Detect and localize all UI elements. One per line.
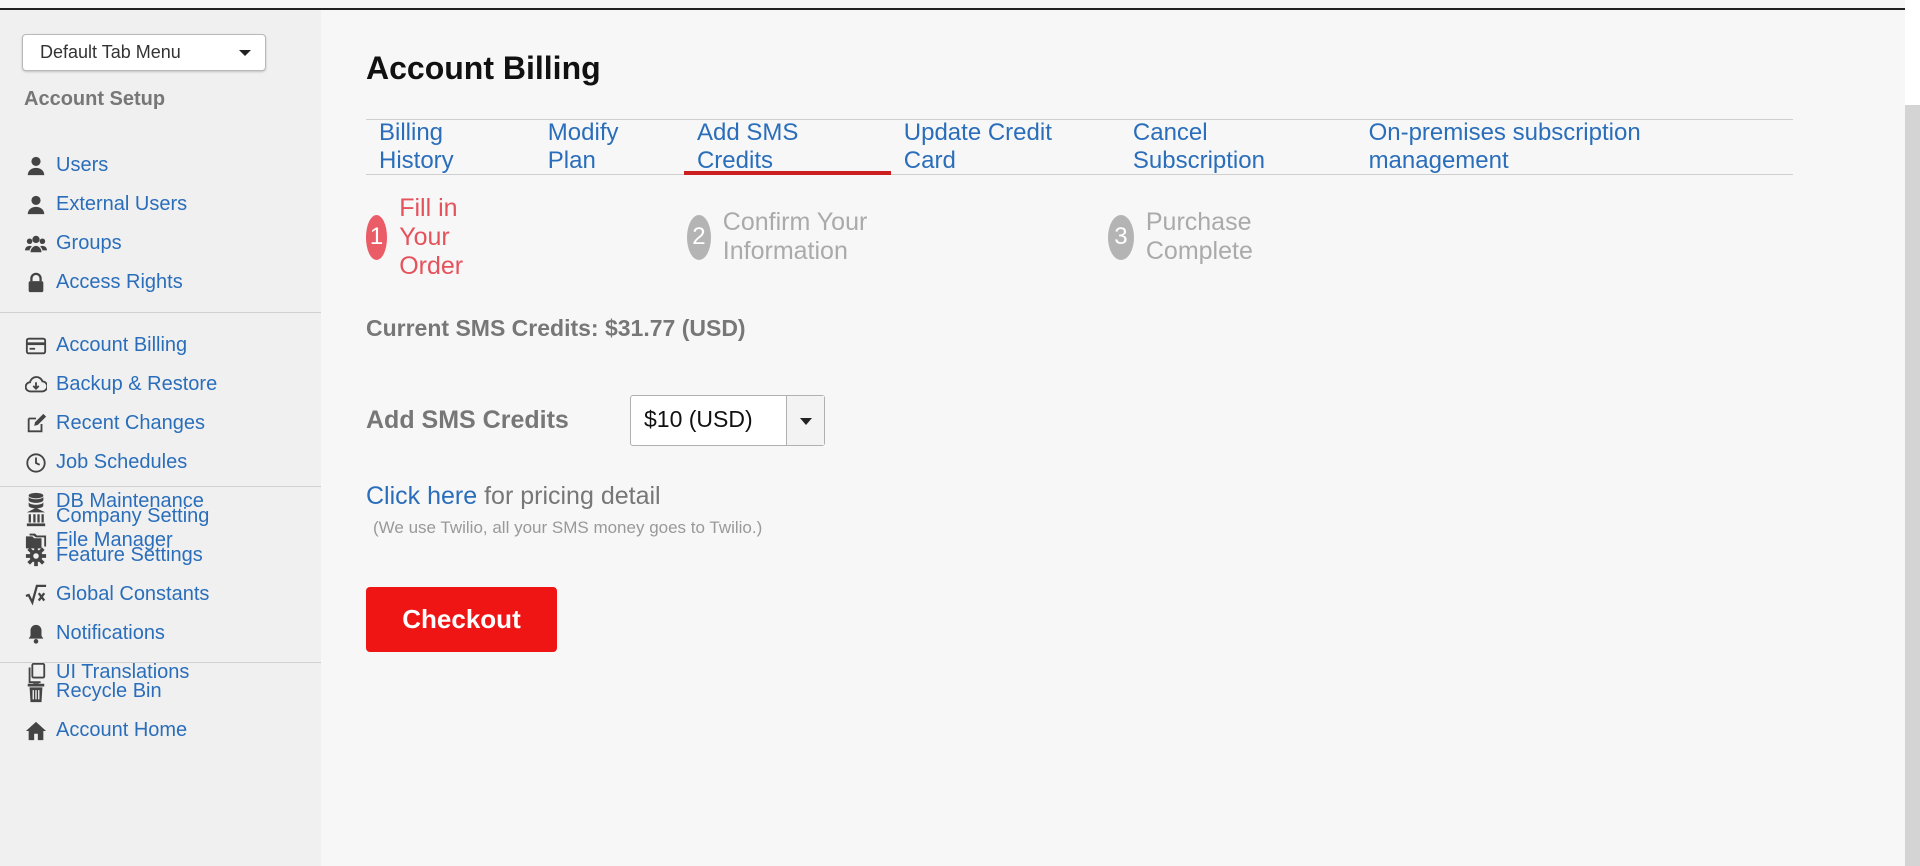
step-number-badge: 1 [366, 214, 388, 260]
lock-icon [24, 272, 48, 294]
sms-amount-select[interactable]: $10 (USD) [630, 395, 825, 446]
pricing-text: for pricing detail [477, 482, 661, 510]
sidebar-item-label: Job Schedules [56, 451, 188, 473]
sidebar-item-groups[interactable]: Groups [0, 224, 321, 263]
gear-icon [24, 545, 48, 567]
current-sms-credits: Current SMS Credits: $31.77 (USD) [366, 315, 746, 341]
sidebar-item-label: Global Constants [56, 583, 210, 605]
sidebar-item-label: Recent Changes [56, 412, 205, 434]
home-icon [24, 720, 48, 742]
tab-on-premises-subscription-management[interactable]: On-premises subscription management [1356, 119, 1793, 174]
sidebar-divider [0, 486, 321, 487]
users-icon [24, 233, 48, 255]
sidebar-item-label: Users [56, 154, 109, 176]
sidebar-item-label: External Users [56, 193, 188, 215]
bank-icon [24, 506, 48, 528]
sms-amount-value: $10 (USD) [644, 406, 753, 432]
pricing-line: Click here for pricing detail [366, 482, 661, 511]
tab-update-credit-card[interactable]: Update Credit Card [891, 119, 1120, 174]
add-sms-credits-label: Add SMS Credits [366, 406, 569, 434]
sidebar-divider [0, 312, 321, 313]
edit-icon [24, 413, 48, 435]
user-icon [24, 155, 48, 177]
step-number-badge: 3 [1108, 214, 1134, 260]
sidebar-group: Users External Users Groups Access Rights [0, 146, 321, 302]
step-label: Fill in Your Order [399, 193, 464, 280]
page-title: Account Billing [366, 50, 601, 86]
user-icon [24, 194, 48, 216]
caret-down-icon [800, 418, 812, 425]
tab-add-sms-credits[interactable]: Add SMS Credits [683, 119, 891, 175]
credit-card-icon [24, 335, 48, 357]
checkout-button[interactable]: Checkout [366, 587, 557, 652]
twilio-note: (We use Twilio, all your SMS money goes … [373, 518, 763, 537]
sidebar-item-access-rights[interactable]: Access Rights [0, 263, 321, 302]
step-label: Confirm Your Information [722, 208, 868, 265]
step-2: 2 Confirm Your Information [687, 208, 869, 265]
sidebar-item-account-home[interactable]: Account Home [0, 711, 321, 750]
sidebar-item-recent-changes[interactable]: Recent Changes [0, 404, 321, 443]
sidebar-item-recycle-bin[interactable]: Recycle Bin [0, 672, 321, 711]
sidebar-item-notifications[interactable]: Notifications [0, 614, 321, 653]
sidebar-item-label: Account Billing [56, 334, 188, 356]
sidebar-item-label: Access Rights [56, 271, 183, 293]
sidebar: Default Tab Menu Account Setup Users Exte… [0, 10, 321, 866]
step-3: 3 Purchase Complete [1108, 208, 1272, 265]
sidebar-item-feature-settings[interactable]: Feature Settings [0, 536, 321, 575]
sidebar-item-label: Groups [56, 232, 122, 254]
square-root-icon [24, 584, 48, 606]
sidebar-item-label: Company Setting [56, 505, 210, 527]
sidebar-item-label: Feature Settings [56, 544, 203, 566]
tab-menu-label: Default Tab Menu [40, 42, 181, 62]
scrollbar-thumb[interactable] [1905, 105, 1920, 866]
sidebar-item-label: Backup & Restore [56, 373, 218, 395]
sidebar-group: Recycle Bin Account Home [0, 672, 321, 750]
sidebar-item-global-constants[interactable]: Global Constants [0, 575, 321, 614]
step-number-badge: 2 [687, 214, 711, 260]
sidebar-item-account-billing[interactable]: Account Billing [0, 326, 321, 365]
sms-amount-toggle[interactable] [786, 396, 824, 445]
clock-icon [24, 452, 48, 474]
billing-tabs: Billing History Modify Plan Add SMS Credit… [366, 119, 1793, 175]
tab-menu-dropdown[interactable]: Default Tab Menu [22, 34, 266, 71]
sidebar-item-external-users[interactable]: External Users [0, 185, 321, 224]
sidebar-item-label: Notifications [56, 622, 165, 644]
sidebar-item-job-schedules[interactable]: Job Schedules [0, 443, 321, 482]
trash-icon [24, 681, 48, 703]
cloud-download-icon [24, 374, 48, 396]
step-1: 1 Fill in Your Order [366, 194, 487, 280]
sidebar-item-label: Account Home [56, 719, 188, 741]
scrollbar-track[interactable] [1905, 0, 1920, 866]
sidebar-item-company-setting[interactable]: Company Setting [0, 497, 321, 536]
tab-billing-history[interactable]: Billing History [366, 119, 535, 174]
sidebar-item-users[interactable]: Users [0, 146, 321, 185]
pricing-link[interactable]: Click here [366, 482, 477, 510]
bell-icon [24, 623, 48, 645]
sidebar-item-label: Recycle Bin [56, 680, 162, 702]
sidebar-divider [0, 662, 321, 663]
step-label: Purchase Complete [1145, 208, 1253, 265]
tab-cancel-subscription[interactable]: Cancel Subscription [1120, 119, 1356, 174]
sidebar-item-backup-restore[interactable]: Backup & Restore [0, 365, 321, 404]
tab-modify-plan[interactable]: Modify Plan [535, 119, 684, 174]
caret-down-icon [239, 50, 251, 56]
sidebar-section-title: Account Setup [24, 88, 166, 110]
